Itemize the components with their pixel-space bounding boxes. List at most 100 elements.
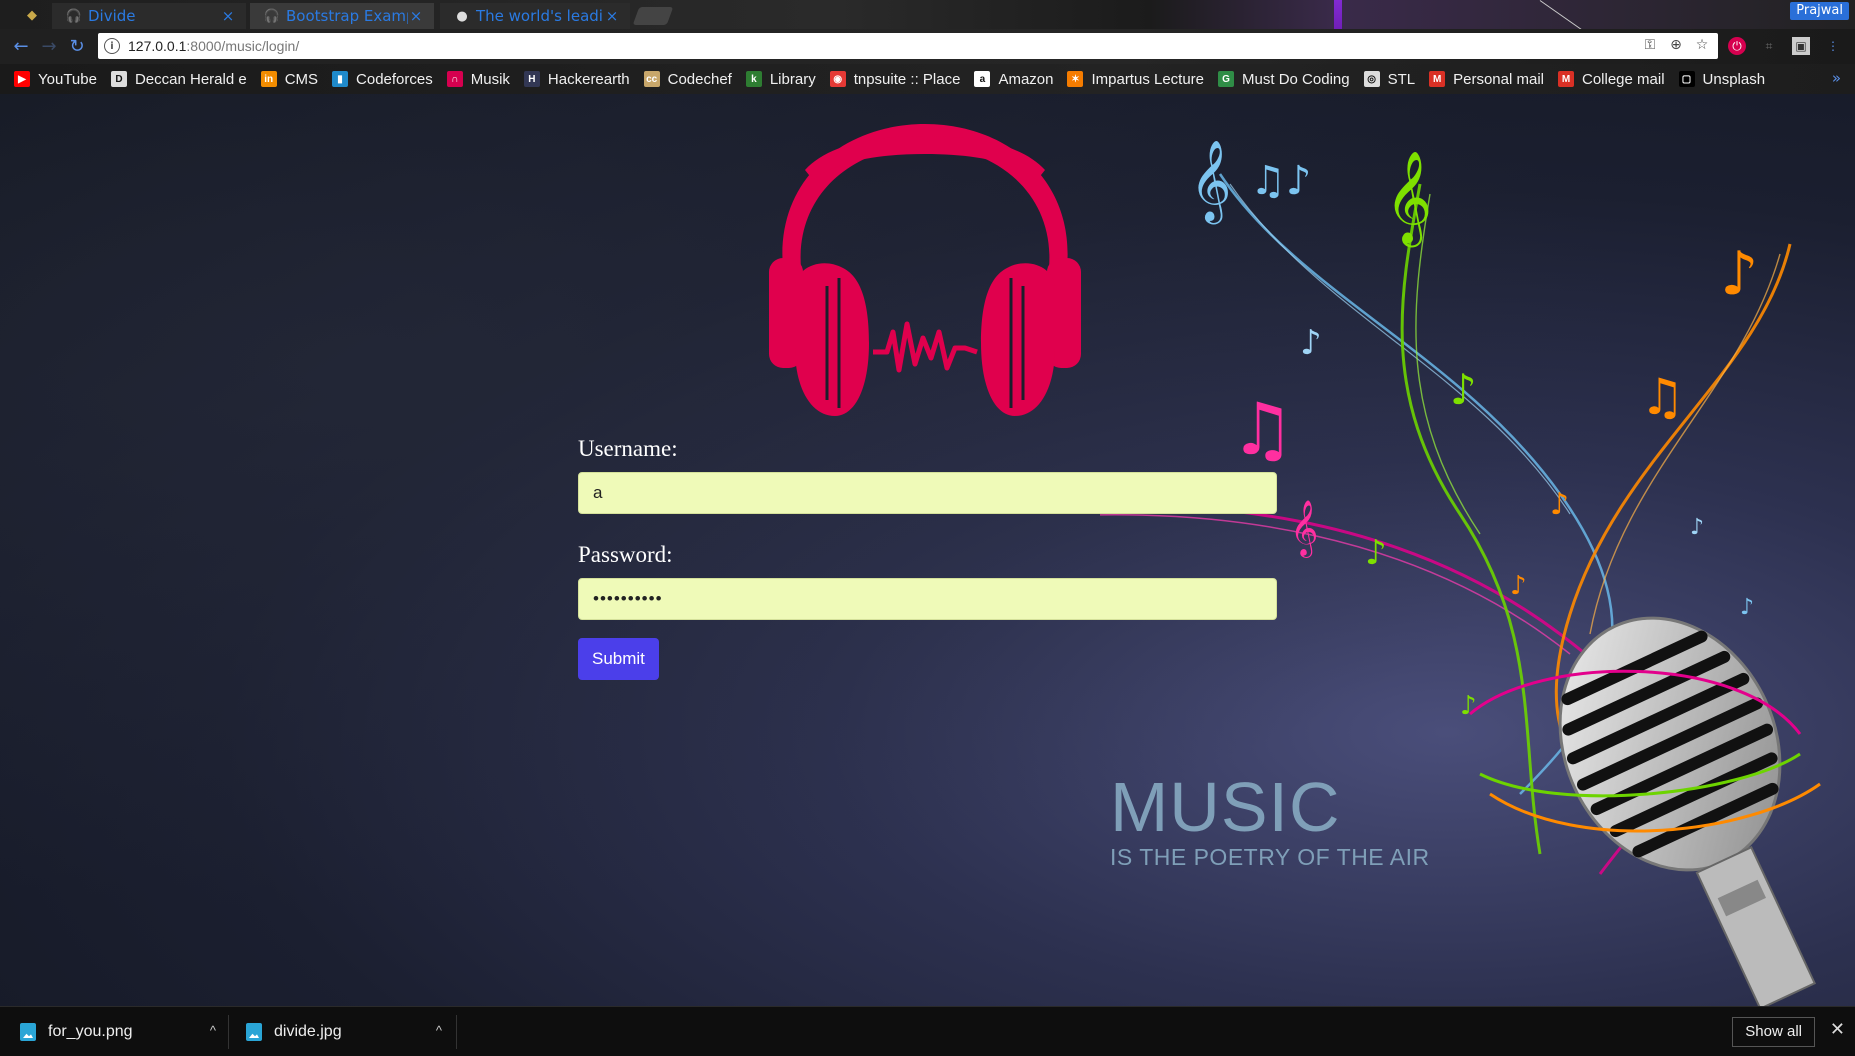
star-icon[interactable]: ☆: [1694, 37, 1710, 53]
login-form: Username: a Password: •••••••••• Submit: [578, 436, 1277, 680]
codeforces-icon: ▮: [332, 71, 349, 87]
bookmark-item[interactable]: k Library: [745, 70, 816, 88]
svg-text:♪: ♪: [1720, 239, 1758, 309]
divider: [228, 1015, 229, 1049]
svg-text:♫♪: ♫♪: [1250, 158, 1311, 204]
bookmark-item[interactable]: G Must Do Coding: [1218, 71, 1350, 88]
bookmark-item[interactable]: D Deccan Herald e: [110, 70, 247, 88]
bookmark-label: Codeforces: [356, 70, 433, 88]
image-file-icon: [246, 1023, 262, 1041]
tab-divide[interactable]: 🎧 Divide ×: [52, 3, 246, 29]
svg-text:♪: ♪: [1550, 487, 1569, 522]
bookmark-label: College mail: [1581, 70, 1665, 88]
music-tagline: MUSIC IS THE POETRY OF THE AIR: [1110, 772, 1430, 871]
bookmark-item[interactable]: a Amazon: [974, 71, 1053, 88]
youtube-icon: ▶: [14, 71, 30, 87]
password-label: Password:: [578, 542, 673, 567]
bookmark-label: tnpsuite :: Place: [853, 70, 961, 88]
password-input[interactable]: ••••••••••: [578, 578, 1277, 620]
chevron-right-icon[interactable]: »: [1832, 69, 1841, 87]
bookmark-item[interactable]: ◎ STL: [1363, 71, 1415, 88]
bookmark-label: Amazon: [998, 70, 1054, 88]
chevron-up-icon[interactable]: ^: [210, 1023, 216, 1038]
bookmark-item[interactable]: ▮ Codeforces: [332, 71, 433, 88]
submit-button[interactable]: Submit: [578, 638, 659, 680]
download-filename: for_you.png: [48, 1023, 133, 1040]
svg-text:♪: ♪: [1690, 515, 1704, 540]
tab-title: The world's leadin: [476, 7, 604, 25]
svg-text:♪: ♪: [1300, 323, 1322, 363]
bookmark-label: Personal mail: [1453, 70, 1544, 88]
show-all-button[interactable]: Show all: [1732, 1017, 1815, 1047]
download-item[interactable]: for_you.png ^: [20, 1007, 216, 1056]
tab-bootstrap-example[interactable]: 🎧 Bootstrap Example ×: [250, 3, 434, 29]
menu-icon[interactable]: ⋮: [1824, 37, 1842, 55]
back-icon[interactable]: ←: [10, 35, 32, 57]
svg-text:𝄞: 𝄞: [1190, 139, 1231, 224]
library-icon: k: [745, 71, 762, 87]
tab-title: Divide: [88, 7, 136, 25]
bookmark-item[interactable]: in CMS: [260, 71, 318, 88]
extension-icon[interactable]: ⏻: [1728, 37, 1746, 55]
bookmark-item[interactable]: ∩ Musik: [446, 71, 510, 88]
close-icon[interactable]: ×: [220, 7, 236, 25]
svg-text:♪: ♪: [1450, 365, 1477, 414]
close-icon[interactable]: ×: [604, 7, 620, 25]
username-value: a: [593, 483, 603, 502]
svg-text:♪: ♪: [1510, 571, 1527, 601]
divider: [456, 1015, 457, 1049]
svg-text:♪: ♪: [1365, 533, 1387, 573]
toolbar: ← → ↻ i 127.0.0.1:8000/music/login/ ⚿ ⊕ …: [0, 29, 1855, 64]
username-input[interactable]: a: [578, 472, 1277, 514]
login-page: 𝄞 ♫♪ 𝄞 ♪ ♫ ♪ ♪ ♫ 𝄞 ♪ ♪ ♪ ♪ ♪ ♪ MUSIC IS …: [0, 94, 1855, 1006]
codechef-icon: cc: [643, 71, 660, 87]
bookmark-label: Deccan Herald e: [134, 70, 247, 88]
reload-icon[interactable]: ↻: [66, 35, 88, 57]
bookmark-item[interactable]: cc Codechef: [643, 70, 732, 88]
bookmark-item[interactable]: ✶ Impartus Lecture: [1067, 71, 1204, 88]
tab-github[interactable]: ● The world's leadin ×: [440, 3, 630, 29]
extension-icon[interactable]: ⌗: [1760, 37, 1778, 55]
info-icon[interactable]: i: [104, 38, 120, 54]
key-icon[interactable]: ⚿: [1642, 37, 1658, 53]
url-text: 127.0.0.1:8000/music/login/: [128, 38, 299, 54]
bookmark-item[interactable]: M College mail: [1557, 70, 1665, 88]
bookmark-item[interactable]: ◉ tnpsuite :: Place: [829, 70, 961, 88]
tab-title: Bootstrap Example: [286, 7, 408, 25]
tnpsuite-icon: ◉: [829, 71, 846, 87]
password-value: ••••••••••: [593, 589, 663, 608]
profile-button[interactable]: Prajwal: [1790, 2, 1849, 20]
bookmark-label: Codechef: [667, 70, 732, 88]
bookmark-item[interactable]: M Personal mail: [1429, 71, 1544, 88]
bookmark-item[interactable]: ▶ YouTube: [14, 71, 97, 88]
launcher-icon[interactable]: ◆: [20, 4, 44, 26]
bookmark-label: Hackerearth: [547, 70, 630, 88]
stl-icon: ◎: [1363, 71, 1380, 87]
bookmark-label: Library: [769, 70, 816, 88]
cms-icon: in: [260, 71, 277, 87]
extension-icon[interactable]: ▣: [1792, 37, 1810, 55]
deccan-herald-icon: D: [110, 71, 127, 87]
svg-text:♪: ♪: [1460, 691, 1477, 721]
geeksforgeeks-icon: G: [1218, 71, 1235, 87]
headphones-logo: [769, 124, 1081, 416]
address-bar[interactable]: i 127.0.0.1:8000/music/login/ ⚿ ⊕ ☆: [98, 33, 1718, 59]
hackerearth-icon: H: [523, 71, 540, 87]
bookmark-item[interactable]: H Hackerearth: [523, 70, 630, 88]
browser-window: ◆ 🎧 Divide × 🎧 Bootstrap Example × ● The…: [0, 0, 1855, 1056]
close-icon[interactable]: ✕: [1830, 1019, 1845, 1040]
close-icon[interactable]: ×: [408, 7, 424, 25]
bookmark-label: Must Do Coding: [1242, 70, 1350, 88]
zoom-icon[interactable]: ⊕: [1668, 37, 1684, 53]
headphones-icon: 🎧: [263, 8, 281, 24]
svg-text:♫: ♫: [1640, 368, 1685, 426]
bookmark-item[interactable]: ▢ Unsplash: [1678, 71, 1765, 88]
forward-icon[interactable]: →: [38, 35, 60, 57]
new-tab-button[interactable]: [632, 7, 674, 25]
gmail-icon: M: [1557, 71, 1574, 87]
music-subtitle: IS THE POETRY OF THE AIR: [1110, 844, 1430, 870]
github-icon: ●: [456, 8, 468, 24]
download-item[interactable]: divide.jpg ^: [246, 1007, 442, 1056]
download-filename: divide.jpg: [274, 1023, 342, 1040]
chevron-up-icon[interactable]: ^: [436, 1023, 442, 1038]
